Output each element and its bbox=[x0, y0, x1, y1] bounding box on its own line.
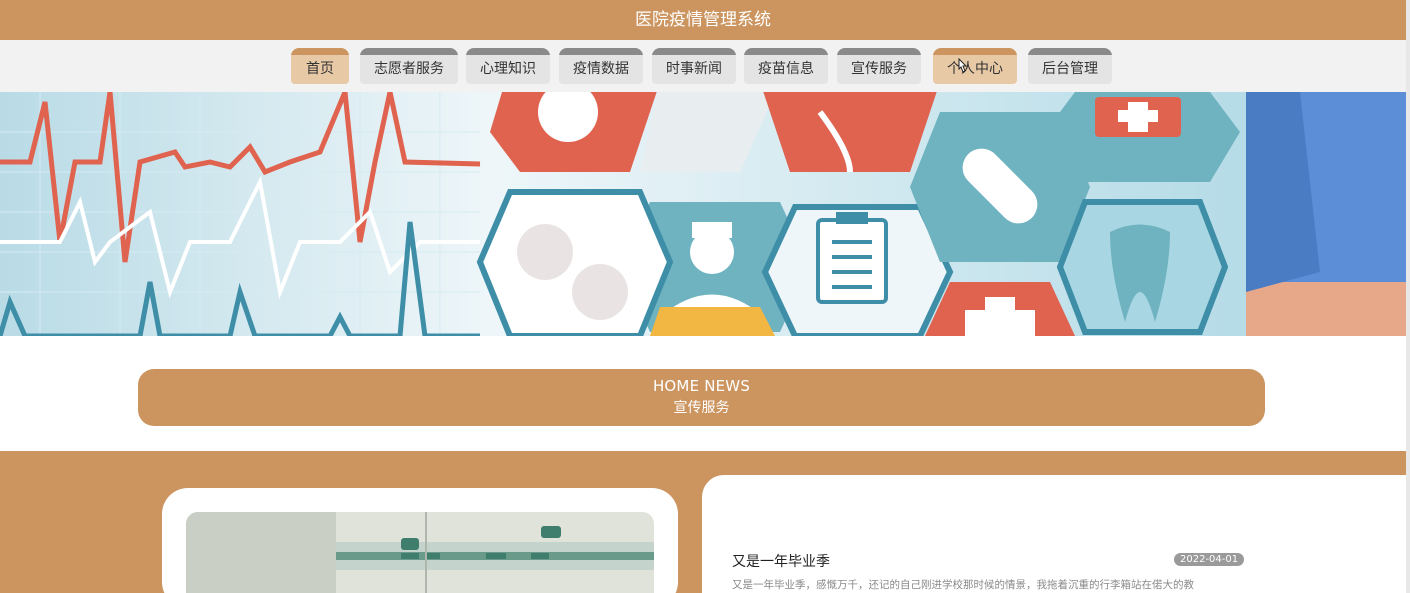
main-nav: 首页 志愿者服务 心理知识 疫情数据 时事新闻 疫苗信息 宣传服务 个人中心 后… bbox=[0, 40, 1406, 92]
home-news-header: HOME NEWS 宣传服务 bbox=[138, 369, 1265, 426]
section-title-en: HOME NEWS bbox=[652, 377, 751, 395]
hospital-room-image bbox=[186, 512, 654, 593]
nav-item-psychology[interactable]: 心理知识 bbox=[466, 48, 550, 84]
nav-item-volunteer-service[interactable]: 志愿者服务 bbox=[360, 48, 458, 84]
nav-item-personal-center[interactable]: 个人中心 bbox=[933, 48, 1017, 84]
nav-item-admin[interactable]: 后台管理 bbox=[1028, 48, 1112, 84]
news-item-title[interactable]: 又是一年毕业季 bbox=[732, 551, 830, 571]
section-title-zh: 宣传服务 bbox=[673, 400, 730, 416]
app-title-bar: 医院疫情管理系统 bbox=[0, 0, 1406, 40]
nav-item-publicity[interactable]: 宣传服务 bbox=[837, 48, 921, 84]
nav-item-vaccine-info[interactable]: 疫苗信息 bbox=[744, 48, 828, 84]
news-list-card bbox=[702, 475, 1406, 593]
nav-item-epidemic-data[interactable]: 疫情数据 bbox=[559, 48, 643, 84]
nav-item-current-news[interactable]: 时事新闻 bbox=[652, 48, 736, 84]
news-item-date-badge: 2022-04-01 bbox=[1174, 553, 1245, 566]
app-title: 医院疫情管理系统 bbox=[635, 10, 771, 30]
news-item-excerpt: 又是一年毕业季，感慨万千，还记的自己刚进学校那时候的情景，我拖着沉重的行李箱站在… bbox=[732, 579, 1194, 591]
hero-banner bbox=[0, 92, 1406, 336]
page: 医院疫情管理系统 首页 志愿者服务 心理知识 疫情数据 时事新闻 疫苗信息 宣传… bbox=[0, 0, 1410, 593]
hospital-room-photo[interactable] bbox=[186, 512, 654, 593]
mouse-cursor-icon bbox=[958, 58, 968, 73]
nav-item-home[interactable]: 首页 bbox=[291, 48, 349, 84]
medical-hexagon-banner-image bbox=[0, 92, 1406, 336]
page-scrollbar[interactable] bbox=[1406, 0, 1410, 593]
